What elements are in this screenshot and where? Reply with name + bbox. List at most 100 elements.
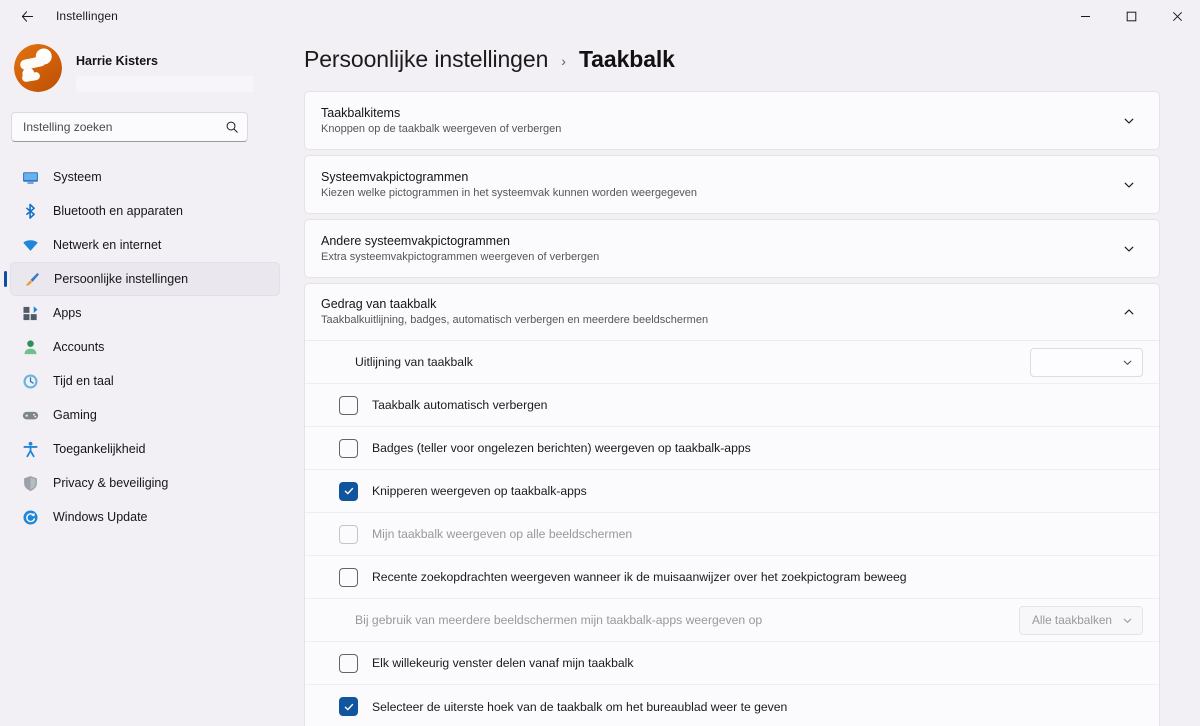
search-wrapper: [0, 100, 290, 142]
row-label: Uitlijning van taakbalk: [355, 355, 473, 369]
row-label: Badges (teller voor ongelezen berichten)…: [372, 441, 751, 455]
checkbox[interactable]: [339, 653, 358, 673]
row-label: Taakbalk automatisch verbergen: [372, 398, 548, 412]
window-title: Instellingen: [56, 9, 118, 23]
checkbox[interactable]: [339, 481, 358, 501]
card-subtitle: Extra systeemvakpictogrammen weergeven o…: [321, 250, 600, 263]
row-uiterste-hoek-bureaublad[interactable]: Selecteer de uiterste hoek van de taakba…: [305, 685, 1159, 726]
clock-globe-icon: [22, 373, 39, 390]
sidebar-item-accounts[interactable]: Accounts: [10, 330, 280, 364]
card-gedrag-van-taakbalk: Gedrag van taakbalk Taakbalkuitlijning, …: [304, 283, 1160, 726]
row-venster-delen[interactable]: Elk willekeurig venster delen vanaf mijn…: [305, 642, 1159, 685]
avatar: [14, 44, 62, 92]
sidebar-item-label: Persoonlijke instellingen: [54, 272, 189, 286]
row-label: Recente zoekopdrachten weergeven wanneer…: [372, 570, 907, 584]
gamepad-icon: [22, 407, 39, 424]
sidebar-item-label: Bluetooth en apparaten: [53, 204, 183, 218]
breadcrumb-parent[interactable]: Persoonlijke instellingen: [304, 46, 548, 73]
card-title: Taakbalkitems: [321, 105, 401, 120]
monitor-icon: [22, 169, 39, 186]
row-meerdere-beeldschermen: Bij gebruik van meerdere beeldschermen m…: [305, 599, 1159, 642]
checkbox[interactable]: [339, 567, 358, 587]
taskbar-alignment-dropdown[interactable]: [1030, 347, 1143, 377]
dropdown-value: Alle taakbalken: [1031, 613, 1112, 627]
sidebar-item-label: Netwerk en internet: [53, 238, 162, 252]
checkbox[interactable]: [339, 438, 358, 458]
window-body: Harrie Kisters Instelling zoeken Systeem…: [0, 32, 1200, 726]
chevron-down-icon[interactable]: [1115, 171, 1143, 199]
bluetooth-icon: [22, 203, 39, 220]
search-box[interactable]: [11, 112, 248, 142]
sidebar-item-toegankelijkheid[interactable]: Toegankelijkheid: [10, 432, 280, 466]
sidebar-item-label: Accounts: [53, 340, 105, 354]
apps-icon: [22, 305, 39, 322]
card-header[interactable]: Gedrag van taakbalk Taakbalkuitlijning, …: [305, 284, 1159, 341]
card-header[interactable]: Systeemvakpictogrammen Kiezen welke pict…: [305, 156, 1159, 213]
checkbox[interactable]: [339, 395, 358, 415]
minimize-button[interactable]: [1062, 0, 1108, 32]
card-taakbalkitems: Taakbalkitems Knoppen op de taakbalk wee…: [304, 91, 1160, 150]
row-taakbalk-automatisch-verbergen[interactable]: Taakbalk automatisch verbergen: [305, 384, 1159, 427]
sidebar-item-label: Apps: [53, 306, 82, 320]
card-texts: Taakbalkitems Knoppen op de taakbalk wee…: [321, 105, 1115, 137]
sidebar-item-gaming[interactable]: Gaming: [10, 398, 280, 432]
window-controls: [1062, 0, 1200, 32]
update-icon: [22, 509, 39, 526]
brush-icon: [23, 271, 40, 288]
search-input[interactable]: [23, 120, 225, 134]
close-button[interactable]: [1154, 0, 1200, 32]
card-header[interactable]: Andere systeemvakpictogrammen Extra syst…: [305, 220, 1159, 277]
card-subtitle: Knoppen op de taakbalk weergeven of verb…: [321, 122, 562, 135]
chevron-down-icon: [1122, 615, 1133, 626]
sidebar-item-persoonlijke-instellingen[interactable]: Persoonlijke instellingen: [10, 262, 280, 296]
card-systeemvakpictogrammen: Systeemvakpictogrammen Kiezen welke pict…: [304, 155, 1160, 214]
chevron-down-icon[interactable]: [1115, 107, 1143, 135]
sidebar-item-apps[interactable]: Apps: [10, 296, 280, 330]
row-uitlijning-van-taakbalk: Uitlijning van taakbalk: [305, 341, 1159, 384]
sidebar: Harrie Kisters Instelling zoeken Systeem…: [0, 32, 290, 726]
sidebar-item-label: Systeem: [53, 170, 102, 184]
maximize-button[interactable]: [1108, 0, 1154, 32]
sidebar-item-label: Toegankelijkheid: [53, 442, 146, 456]
sidebar-item-systeem[interactable]: Systeem: [10, 160, 280, 194]
row-label: Knipperen weergeven op taakbalk-apps: [372, 484, 587, 498]
card-title: Andere systeemvakpictogrammen: [321, 233, 510, 248]
profile-texts: Harrie Kisters: [76, 44, 253, 92]
title-bar-left: Instellingen: [0, 3, 118, 29]
person-icon: [22, 339, 39, 356]
back-button[interactable]: [12, 3, 42, 29]
card-subtitle: Kiezen welke pictogrammen in het systeem…: [321, 186, 698, 199]
checkbox[interactable]: [339, 697, 358, 716]
sidebar-item-netwerk-en-internet[interactable]: Netwerk en internet: [10, 228, 280, 262]
chevron-down-icon[interactable]: [1115, 235, 1143, 263]
chevron-up-icon[interactable]: [1115, 298, 1143, 326]
card-title: Gedrag van taakbalk: [321, 297, 437, 311]
row-badges-weergeven[interactable]: Badges (teller voor ongelezen berichten)…: [305, 427, 1159, 470]
row-recente-zoekopdrachten[interactable]: Recente zoekopdrachten weergeven wanneer…: [305, 556, 1159, 599]
row-label: Bij gebruik van meerdere beeldschermen m…: [355, 613, 763, 627]
checkbox: [339, 524, 358, 544]
sidebar-nav: Systeem Bluetooth en apparaten Netwerk e…: [0, 160, 290, 534]
card-header[interactable]: Taakbalkitems Knoppen op de taakbalk wee…: [305, 92, 1159, 149]
breadcrumb-separator-icon: ›: [561, 53, 566, 69]
row-knipperen-weergeven[interactable]: Knipperen weergeven op taakbalk-apps: [305, 470, 1159, 513]
card-andere-systeemvakpictogrammen: Andere systeemvakpictogrammen Extra syst…: [304, 219, 1160, 278]
chevron-down-icon: [1122, 357, 1133, 368]
sidebar-item-windows-update[interactable]: Windows Update: [10, 500, 280, 534]
row-label: Mijn taakbalk weergeven op alle beeldsch…: [372, 527, 633, 541]
wifi-icon: [22, 237, 39, 254]
page-title: Taakbalk: [578, 46, 675, 72]
card-subtitle: Taakbalkuitlijning, badges, automatisch …: [321, 314, 709, 326]
user-profile[interactable]: Harrie Kisters: [0, 32, 290, 100]
row-label: Selecteer de uiterste hoek van de taakba…: [372, 699, 788, 714]
row-taakbalk-alle-beeldschermen: Mijn taakbalk weergeven op alle beeldsch…: [305, 513, 1159, 556]
card-texts: Systeemvakpictogrammen Kiezen welke pict…: [321, 169, 1115, 201]
sidebar-item-privacy-beveiliging[interactable]: Privacy & beveiliging: [10, 466, 280, 500]
card-texts: Gedrag van taakbalk Taakbalkuitlijning, …: [321, 296, 1115, 328]
sidebar-item-tijd-en-taal[interactable]: Tijd en taal: [10, 364, 280, 398]
profile-email-redacted: [76, 76, 253, 92]
accessibility-icon: [22, 441, 39, 458]
sidebar-item-bluetooth-en-apparaten[interactable]: Bluetooth en apparaten: [10, 194, 280, 228]
main-content: Persoonlijke instellingen › Taakbalk Taa…: [290, 32, 1200, 726]
breadcrumb: Persoonlijke instellingen › Taakbalk: [290, 32, 1200, 91]
